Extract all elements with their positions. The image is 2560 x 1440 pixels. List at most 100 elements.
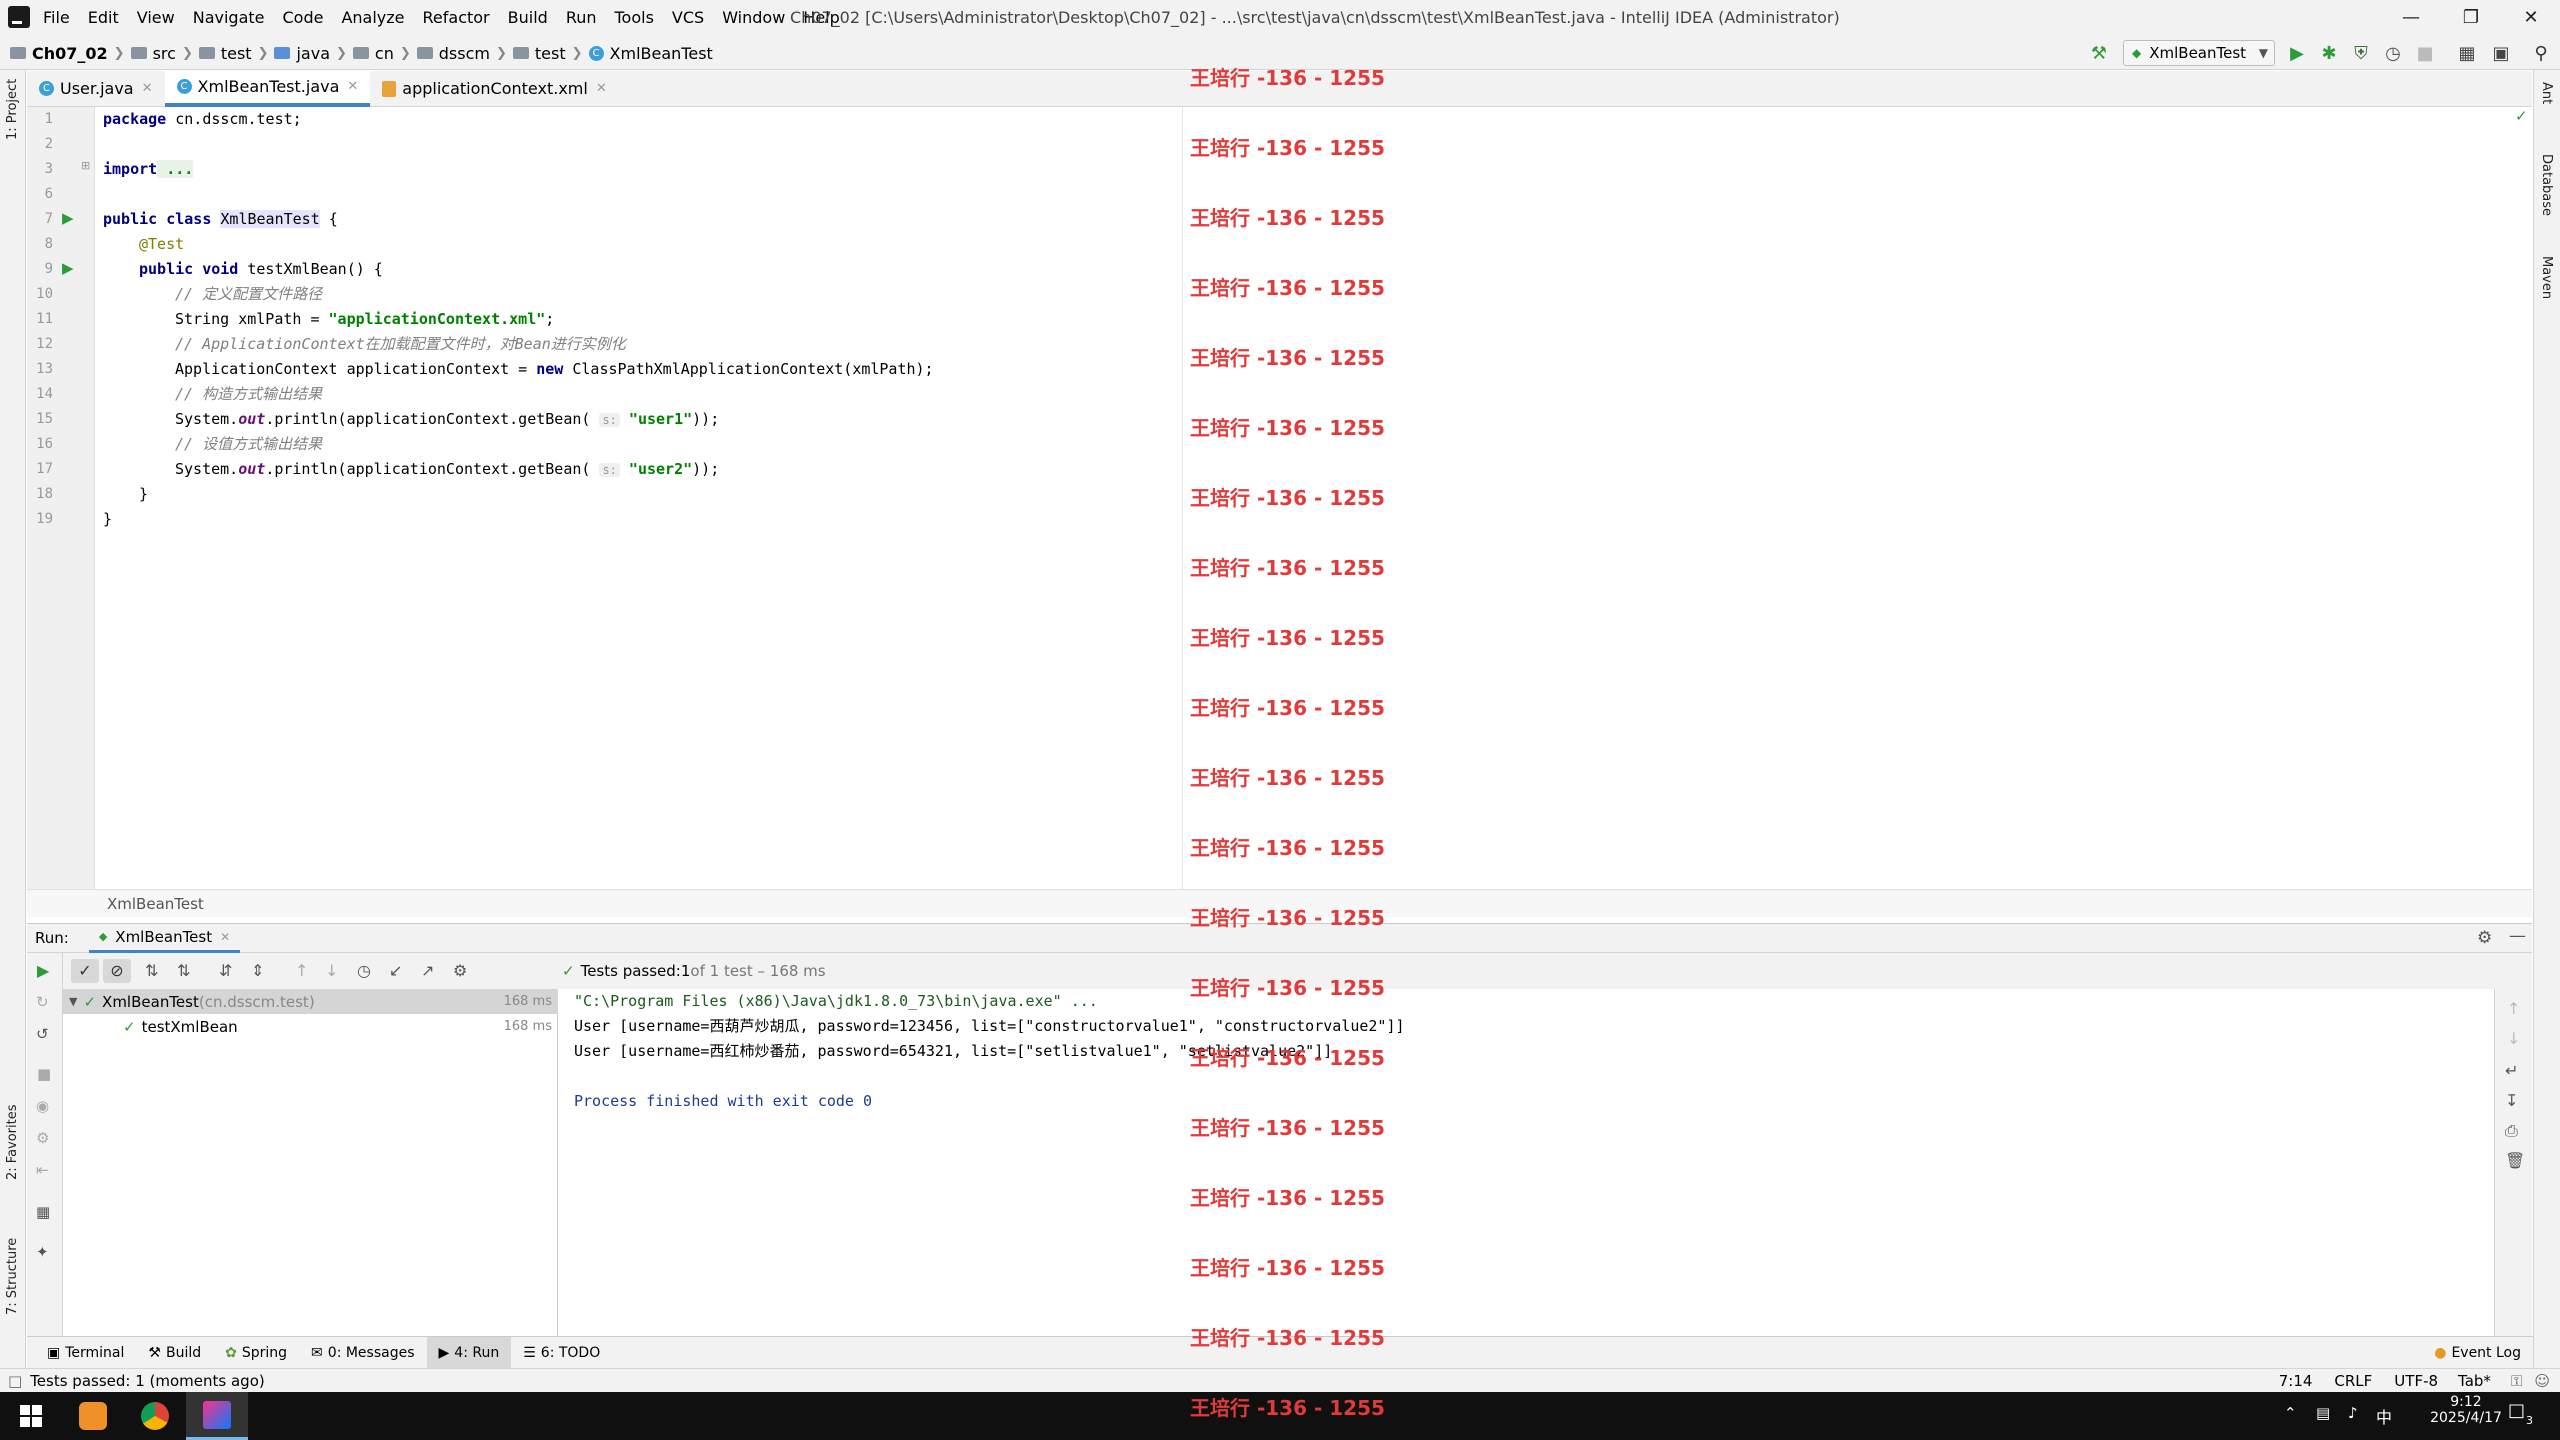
export-icon[interactable]: ↗ — [421, 961, 434, 980]
restore-button[interactable]: ❐ — [2442, 0, 2500, 36]
folded-imports[interactable]: ... — [157, 160, 194, 178]
crumb-cn[interactable]: cn — [352, 36, 394, 70]
volume-icon[interactable]: ♪ — [2348, 1404, 2358, 1422]
coverage-icon[interactable]: ⛨ — [2350, 42, 2372, 64]
menu-edit[interactable]: Edit — [79, 0, 128, 36]
down-arrow-icon[interactable]: ↓ — [2507, 1029, 2520, 1048]
show-ignored-icon[interactable]: ⊘ — [103, 959, 131, 983]
notification-center[interactable]: □ 3 — [2508, 1400, 2548, 1432]
tab-terminal[interactable]: ▣ Terminal — [35, 1337, 136, 1369]
file-encoding[interactable]: UTF-8 — [2394, 1372, 2438, 1390]
toggle-auto-test-icon[interactable]: ↺ — [36, 1025, 49, 1043]
menu-build[interactable]: Build — [499, 0, 557, 36]
lock-icon[interactable]: ⚿ — [2511, 1372, 2522, 1390]
collapse-all-icon[interactable]: ⇕ — [251, 961, 264, 980]
tab-user-java[interactable]: C User.java ✕ — [27, 71, 165, 107]
up-arrow-icon[interactable]: ↑ — [2507, 999, 2520, 1018]
history-icon[interactable]: ◷ — [357, 961, 371, 980]
close-tab-icon[interactable]: ✕ — [596, 81, 607, 96]
settings-gear-icon[interactable]: ⚙ — [453, 961, 467, 980]
project-structure-icon[interactable]: ▦ — [2456, 42, 2478, 64]
tab-xmlbeantest-java[interactable]: C XmlBeanTest.java ✕ — [164, 70, 371, 107]
database-tool-button[interactable]: Database — [2539, 154, 2554, 216]
print-icon[interactable]: ⎙ — [2505, 1121, 2518, 1141]
next-failed-icon[interactable]: ↓ — [325, 961, 338, 980]
crumb-test-package[interactable]: test — [512, 36, 566, 70]
code-editor[interactable]: package cn.dsscm.test; import ... public… — [95, 107, 2532, 889]
menu-file[interactable]: File — [34, 0, 79, 36]
clock[interactable]: 9:12 2025/4/17 — [2426, 1394, 2506, 1426]
tab-build[interactable]: ⚒ Build — [136, 1337, 213, 1369]
taskbar-intellij[interactable] — [186, 1392, 248, 1440]
editor-breadcrumb[interactable]: XmlBeanTest — [27, 889, 2532, 917]
tab-spring[interactable]: ✿ Spring — [213, 1337, 299, 1369]
menu-vcs[interactable]: VCS — [663, 0, 713, 36]
profile-icon[interactable]: ◷ — [2382, 42, 2404, 64]
crumb-java[interactable]: java — [274, 36, 330, 70]
tree-row-xmlbeantest[interactable]: ▼ ✓ XmlBeanTest (cn.dsscm.test) 168 ms — [63, 989, 558, 1014]
menu-run[interactable]: Run — [557, 0, 606, 36]
rerun-failed-icon[interactable]: ↻ — [36, 993, 49, 1011]
layout-icon[interactable]: ▦ — [36, 1203, 50, 1221]
close-tab-icon[interactable]: ✕ — [347, 79, 358, 94]
console-output[interactable]: "C:\Program Files (x86)\Java\jdk1.8.0_73… — [558, 989, 2494, 1336]
chevron-down-icon[interactable]: ▼ — [69, 995, 77, 1008]
soft-wrap-icon[interactable]: ↵ — [2505, 1061, 2518, 1080]
menu-navigate[interactable]: Navigate — [184, 0, 274, 36]
run-test-class-gutter-icon[interactable]: ▶ — [62, 209, 74, 227]
menu-tools[interactable]: Tools — [606, 0, 663, 36]
maven-tool-button[interactable]: Maven — [2539, 256, 2554, 299]
network-icon[interactable]: ▤ — [2316, 1404, 2330, 1422]
caret-position[interactable]: 7:14 — [2279, 1372, 2313, 1390]
tab-applicationcontext-xml[interactable]: applicationContext.xml ✕ — [370, 71, 618, 107]
stop-icon[interactable]: ■ — [37, 1065, 51, 1083]
inspection-ok-icon[interactable]: ✓ — [2515, 107, 2528, 125]
tab-todo[interactable]: ☰ 6: TODO — [511, 1337, 612, 1369]
start-button[interactable] — [0, 1392, 62, 1440]
exit-icon[interactable]: ⇤ — [36, 1161, 49, 1179]
taskbar-chrome[interactable] — [124, 1392, 186, 1440]
crumb-project[interactable]: Ch07_02 — [10, 36, 108, 70]
run-test-method-gutter-icon[interactable]: ▶ — [62, 259, 74, 277]
scroll-to-end-icon[interactable]: ↧ — [2505, 1091, 2518, 1110]
run-tab-xmlbeantest[interactable]: ◆ XmlBeanTest ✕ — [88, 923, 241, 953]
crumb-test[interactable]: test — [198, 36, 252, 70]
debug-icon[interactable]: ✱ — [2318, 42, 2340, 64]
close-tab-icon[interactable]: ✕ — [142, 81, 153, 96]
show-passed-icon[interactable]: ✓ — [71, 959, 99, 983]
sort-duration-icon[interactable]: ⇅ — [177, 961, 190, 980]
terminal-window-icon[interactable]: ▣ — [2490, 42, 2512, 64]
close-tab-icon[interactable]: ✕ — [220, 930, 230, 944]
taskbar-app-1[interactable] — [62, 1392, 124, 1440]
inspector-icon[interactable]: ☺ — [2534, 1372, 2550, 1390]
fold-icon[interactable]: ⊞ — [81, 159, 90, 172]
expand-all-icon[interactable]: ⇵ — [219, 961, 232, 980]
close-button[interactable]: ✕ — [2502, 0, 2560, 36]
minimize-button[interactable]: — — [2382, 0, 2440, 36]
gear-icon[interactable]: ⚙ — [2477, 928, 2492, 948]
tab-event-log[interactable]: ● Event Log — [2422, 1337, 2533, 1369]
crumb-src[interactable]: src — [130, 36, 176, 70]
sort-alpha-icon[interactable]: ⇅ — [145, 961, 158, 980]
pin-icon[interactable]: ✦ — [36, 1243, 49, 1261]
menu-analyze[interactable]: Analyze — [332, 0, 413, 36]
status-message[interactable]: Tests passed: 1 (moments ago) — [30, 1372, 265, 1390]
structure-tool-button[interactable]: 7: Structure — [5, 1238, 20, 1315]
stop-icon[interactable]: ■ — [2414, 42, 2436, 64]
crumb-class[interactable]: C XmlBeanTest — [588, 36, 713, 70]
run-configuration-select[interactable]: ◆ XmlBeanTest ▼ — [2123, 40, 2275, 66]
tab-messages[interactable]: ✉ 0: Messages — [299, 1337, 426, 1369]
menu-refactor[interactable]: Refactor — [414, 0, 499, 36]
previous-failed-icon[interactable]: ↑ — [295, 961, 308, 980]
import-tests-icon[interactable]: ↙ — [389, 961, 402, 980]
tree-row-testxmlbean[interactable]: ✓ testXmlBean 168 ms — [63, 1014, 558, 1039]
menu-window[interactable]: Window — [713, 0, 794, 36]
dump-threads-icon[interactable]: ⚙ — [36, 1129, 49, 1147]
ant-tool-button[interactable]: Ant — [2539, 82, 2554, 104]
camera-icon[interactable]: ◉ — [36, 1097, 49, 1115]
menu-view[interactable]: View — [128, 0, 184, 36]
tool-windows-toggle-icon[interactable]: □ — [8, 1372, 22, 1390]
favorites-tool-button[interactable]: 2: Favorites — [5, 1104, 20, 1180]
line-separator[interactable]: CRLF — [2334, 1372, 2372, 1390]
run-icon[interactable]: ▶ — [2286, 42, 2308, 64]
